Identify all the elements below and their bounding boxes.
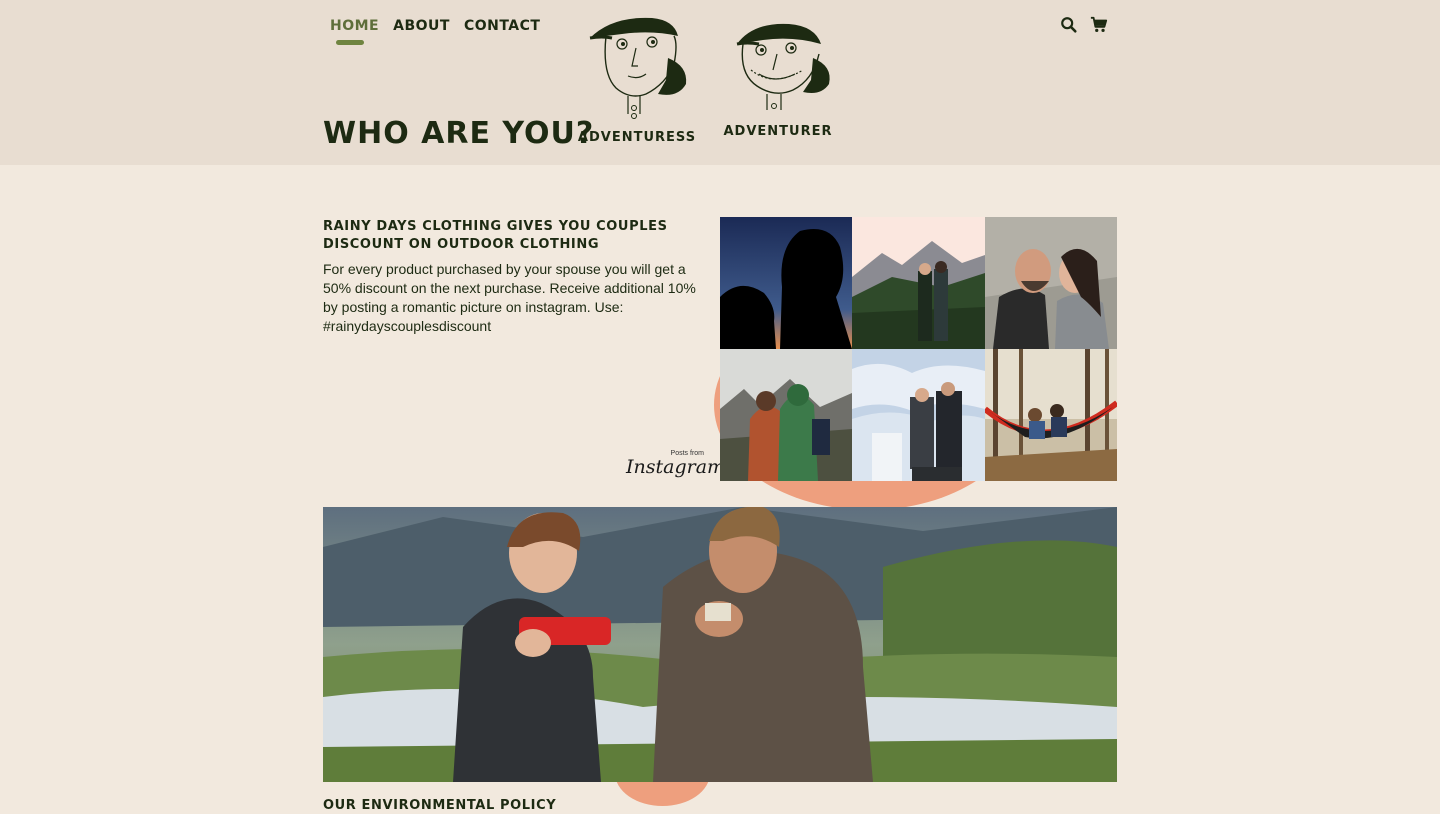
persona-adventuress[interactable]: ADVENTURESS — [577, 14, 697, 145]
instagram-photo[interactable] — [852, 349, 985, 481]
promo-title: RAINY DAYS CLOTHING GIVES YOU COUPLES DI… — [323, 219, 668, 252]
promo-text: For every product purchased by your spou… — [323, 261, 696, 334]
hero-image-couple-outdoors — [323, 507, 1117, 782]
adventuress-illustration — [589, 17, 687, 119]
instagram-photo[interactable] — [852, 217, 985, 349]
page-title: WHO ARE YOU? — [323, 116, 595, 151]
adventurer-illustration — [736, 23, 830, 110]
instagram-photo-grid — [720, 217, 1117, 481]
instagram-logo[interactable]: Posts from Instagram — [626, 450, 726, 478]
persona-adventuress-label: ADVENTURESS — [577, 130, 697, 145]
search-icon[interactable] — [1060, 16, 1080, 36]
nav-contact-link[interactable]: CONTACT — [464, 18, 541, 34]
cart-icon[interactable] — [1090, 16, 1110, 36]
nav-about-link[interactable]: ABOUT — [393, 18, 450, 34]
instagram-photo[interactable] — [985, 217, 1117, 349]
instagram-photo[interactable] — [720, 349, 852, 481]
environmental-policy-title: OUR ENVIRONMENTAL POLICY — [323, 798, 557, 813]
main-nav: HOME ABOUT CONTACT — [330, 18, 541, 45]
instagram-photo[interactable] — [985, 349, 1117, 481]
header-actions — [1060, 16, 1110, 36]
instagram-brand: Instagram — [626, 456, 726, 478]
persona-adventurer-label: ADVENTURER — [723, 124, 833, 139]
persona-adventurer[interactable]: ADVENTURER — [718, 14, 838, 139]
nav-home-link[interactable]: HOME — [330, 18, 379, 45]
site-header: HOME ABOUT CONTACT WHO ARE YOU? ADVENTUR… — [0, 0, 1440, 165]
instagram-photo[interactable] — [720, 217, 852, 349]
